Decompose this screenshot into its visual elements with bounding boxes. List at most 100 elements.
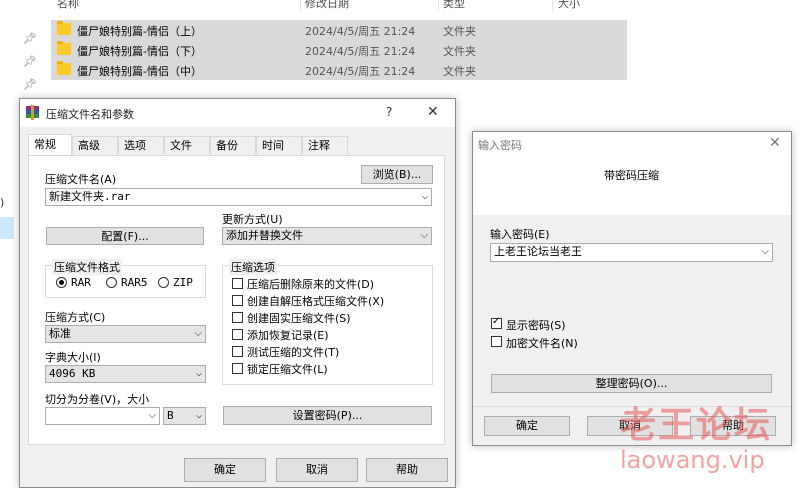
split-label: 切分为分卷(V)，大小 bbox=[45, 393, 150, 406]
pin-icon[interactable]: 📌︎ bbox=[23, 55, 37, 68]
method-select[interactable]: 标准 ⌵ bbox=[45, 325, 206, 343]
set-password-button[interactable]: 设置密码(P)... bbox=[223, 406, 432, 425]
password-label: 输入密码(E) bbox=[490, 228, 550, 241]
dict-value: 4096 KB bbox=[49, 367, 96, 380]
close-icon[interactable]: ✕ bbox=[427, 104, 439, 120]
lock-label[interactable]: 锁定压缩文件(L) bbox=[247, 361, 328, 377]
dialog-heading: 带密码压缩 bbox=[604, 169, 659, 182]
tab-general[interactable]: 常规 bbox=[28, 134, 72, 156]
format-group-title: 压缩文件格式 bbox=[52, 259, 122, 275]
dialog-title: 输入密码 bbox=[478, 139, 522, 152]
column-divider[interactable] bbox=[438, 0, 439, 12]
password-value: 上老王论坛当老王 bbox=[494, 245, 582, 258]
archive-options-group: 压缩选项 压缩后删除原来的文件(D) 创建自解压格式压缩文件(X) 创建固实压缩… bbox=[222, 259, 433, 385]
update-mode-value: 添加并替换文件 bbox=[226, 229, 303, 242]
delete-after-label[interactable]: 压缩后删除原来的文件(D) bbox=[247, 276, 374, 292]
delete-after-checkbox[interactable] bbox=[232, 278, 243, 289]
title-bar[interactable]: 压缩文件名和参数 ? ✕ bbox=[20, 99, 455, 127]
file-row[interactable]: 僵尸娘特别篇-情侣（中） 2024/4/5/周五 21:24 文件夹 bbox=[51, 60, 627, 80]
solid-label[interactable]: 创建固实压缩文件(S) bbox=[247, 310, 351, 326]
split-size-input[interactable]: ⌵ bbox=[45, 407, 160, 425]
organize-passwords-button[interactable]: 整理密码(O)... bbox=[491, 374, 772, 393]
format-rar5-label[interactable]: RAR5 bbox=[121, 276, 148, 289]
file-type: 文件夹 bbox=[443, 25, 476, 38]
pin-icon[interactable]: 📌︎ bbox=[23, 78, 37, 91]
test-checkbox[interactable] bbox=[232, 346, 243, 357]
chevron-down-icon[interactable]: ⌵ bbox=[422, 189, 428, 205]
chevron-down-icon[interactable]: ⌵ bbox=[761, 244, 769, 260]
chevron-down-icon[interactable]: ⌵ bbox=[420, 228, 428, 244]
password-input[interactable]: 上老王论坛当老王 ⌵ bbox=[490, 243, 773, 262]
dialog-title: 压缩文件名和参数 bbox=[46, 108, 134, 121]
column-header-type[interactable]: 类型 bbox=[443, 0, 465, 10]
show-password-checkbox[interactable] bbox=[491, 316, 502, 329]
encrypt-names-checkbox[interactable] bbox=[491, 336, 502, 347]
file-name: 僵尸娘特别篇-情侣（中） bbox=[77, 65, 202, 78]
format-rar-radio[interactable] bbox=[56, 277, 67, 288]
format-rar-label[interactable]: RAR bbox=[71, 276, 91, 289]
tab-files[interactable]: 文件 bbox=[164, 136, 210, 154]
archive-name-label: 压缩文件名(A) bbox=[45, 173, 117, 186]
encrypt-names-label[interactable]: 加密文件名(N) bbox=[506, 335, 578, 351]
column-divider[interactable] bbox=[552, 0, 553, 12]
tab-time[interactable]: 时间 bbox=[256, 136, 302, 154]
browse-button[interactable]: 浏览(B)... bbox=[361, 165, 433, 184]
column-header-date[interactable]: 修改日期 bbox=[305, 0, 349, 10]
archive-name-value: 新建文件夹.rar bbox=[49, 190, 131, 203]
tab-comment[interactable]: 注释 bbox=[302, 136, 348, 154]
watermark-title: 老王论坛 bbox=[620, 405, 773, 446]
format-zip-radio[interactable] bbox=[158, 277, 169, 288]
chevron-down-icon[interactable]: ⌵ bbox=[196, 366, 202, 382]
close-icon[interactable]: ✕ bbox=[769, 135, 781, 151]
method-value: 标准 bbox=[49, 327, 71, 340]
file-name: 僵尸娘特别篇-情侣（上） bbox=[77, 25, 202, 38]
title-bar[interactable]: 输入密码 ✕ bbox=[473, 132, 791, 156]
help-icon[interactable]: ? bbox=[386, 105, 392, 119]
update-mode-select[interactable]: 添加并替换文件 ⌵ bbox=[222, 227, 432, 245]
file-row[interactable]: 僵尸娘特别篇-情侣（上） 2024/4/5/周五 21:24 文件夹 bbox=[51, 20, 627, 40]
folder-icon bbox=[57, 21, 71, 35]
tab-backup[interactable]: 备份 bbox=[210, 136, 256, 154]
solid-checkbox[interactable] bbox=[232, 312, 243, 323]
file-row[interactable]: 僵尸娘特别篇-情侣（下） 2024/4/5/周五 21:24 文件夹 bbox=[51, 40, 627, 60]
format-rar5-radio[interactable] bbox=[106, 277, 117, 288]
watermark-url: laowang.vip bbox=[620, 446, 765, 474]
update-mode-label: 更新方式(U) bbox=[222, 213, 283, 226]
cancel-button[interactable]: 取消 bbox=[276, 458, 358, 482]
help-button[interactable]: 帮助 bbox=[366, 458, 448, 482]
recovery-checkbox[interactable] bbox=[232, 329, 243, 340]
column-header-name[interactable]: 名称 bbox=[57, 0, 79, 10]
dialog-header: 带密码压缩 bbox=[473, 156, 791, 215]
folder-icon bbox=[57, 41, 71, 55]
chevron-down-icon[interactable]: ⌵ bbox=[194, 326, 202, 342]
chevron-down-icon[interactable]: ⌵ bbox=[148, 408, 156, 424]
dict-select[interactable]: 4096 KB ⌵ bbox=[45, 365, 206, 383]
tab-advanced[interactable]: 高级 bbox=[72, 136, 118, 154]
format-zip-label[interactable]: ZIP bbox=[173, 276, 193, 289]
test-label[interactable]: 测试压缩的文件(T) bbox=[247, 344, 339, 360]
file-type: 文件夹 bbox=[443, 65, 476, 78]
recovery-label[interactable]: 添加恢复记录(E) bbox=[247, 327, 329, 343]
lock-checkbox[interactable] bbox=[232, 363, 243, 374]
tab-options[interactable]: 选项 bbox=[118, 136, 164, 154]
sfx-label[interactable]: 创建自解压格式压缩文件(X) bbox=[247, 293, 384, 309]
options-group-title: 压缩选项 bbox=[229, 259, 277, 275]
file-name: 僵尸娘特别篇-情侣（下） bbox=[77, 45, 202, 58]
nav-pane-selection[interactable] bbox=[0, 217, 14, 239]
show-password-label[interactable]: 显示密码(S) bbox=[506, 317, 566, 333]
profiles-button[interactable]: 配置(F)... bbox=[46, 227, 204, 245]
chevron-down-icon[interactable]: ⌵ bbox=[196, 408, 202, 424]
column-divider[interactable] bbox=[300, 0, 301, 12]
nav-pane-fragment: ) bbox=[0, 196, 5, 209]
sfx-checkbox[interactable] bbox=[232, 295, 243, 306]
ok-button[interactable]: 确定 bbox=[184, 458, 266, 482]
dict-label: 字典大小(I) bbox=[45, 351, 101, 364]
split-unit-select[interactable]: B ⌵ bbox=[163, 407, 206, 425]
ok-button[interactable]: 确定 bbox=[484, 416, 570, 436]
format-group: 压缩文件格式 RAR RAR5 ZIP bbox=[45, 259, 206, 298]
file-type: 文件夹 bbox=[443, 45, 476, 58]
pin-icon[interactable]: 📌︎ bbox=[23, 32, 37, 45]
column-header-size[interactable]: 大小 bbox=[558, 0, 580, 10]
archive-name-field[interactable]: 新建文件夹.rar ⌵ bbox=[45, 188, 432, 206]
folder-icon bbox=[57, 61, 71, 75]
